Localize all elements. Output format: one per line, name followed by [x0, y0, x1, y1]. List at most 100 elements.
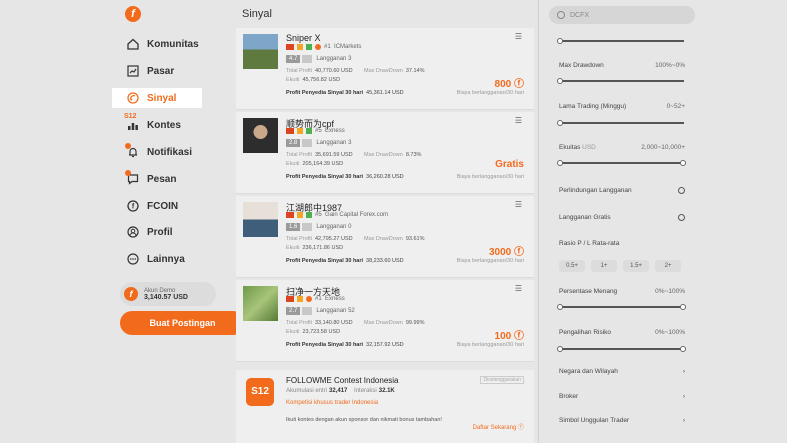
flag-icon — [286, 296, 294, 302]
sidebar-item-fcoin[interactable]: f FCOIN — [112, 196, 202, 216]
bell-icon — [125, 142, 139, 159]
pl-chip[interactable]: 1.5+ — [623, 260, 649, 272]
search-text: DCFX — [570, 11, 590, 19]
subscriber-count: 52 — [348, 308, 355, 314]
subscription-price: 100 ⓕ — [494, 331, 524, 342]
sidebar-item-profil[interactable]: Profil — [112, 222, 202, 242]
provider-profit: Profit Penyedia Sinyal 30 hari 32,157.92 … — [286, 342, 404, 348]
pl-chip[interactable]: 0.5+ — [559, 260, 585, 272]
subscriber-count: 3 — [348, 56, 352, 62]
create-post-button[interactable]: Buat Postingan — [120, 311, 245, 335]
sidebar-item-label: Komunitas — [147, 38, 199, 50]
demo-account-balance: 3,140.57 USD — [144, 293, 188, 301]
shield-icon — [306, 44, 312, 50]
country-filter[interactable]: Negara dan Wilayah › — [559, 368, 685, 375]
contest-card[interactable]: S12 FOLLOWME Contest Indonesia Diselengg… — [236, 370, 534, 443]
sidebar-item-label: Pesan — [147, 173, 177, 185]
sidebar-item-komunitas[interactable]: Komunitas — [112, 34, 202, 54]
price-caption: Biaya berlangganan/30 hari — [456, 90, 524, 96]
demo-account-card[interactable]: f Akun Demo 3,140.57 USD — [120, 282, 216, 306]
sidebar-item-label: Sinyal — [147, 92, 177, 104]
sidebar-item-label: Profil — [147, 226, 173, 238]
pl-ratio-options: 0.5+ 1+ 1.5+ 2+ — [559, 260, 687, 272]
top-slider[interactable] — [557, 38, 684, 44]
shield-icon — [306, 128, 312, 134]
message-icon — [125, 169, 139, 186]
price-caption: Biaya berlangganan/30 hari — [456, 174, 524, 180]
signal-card[interactable]: Sniper X ☰ #1 ICMarkets 4.7 Langganan 3 … — [236, 28, 534, 110]
signal-avatar — [243, 202, 278, 237]
home-icon — [126, 38, 139, 51]
demo-avatar: f — [124, 287, 138, 301]
risk-slider[interactable] — [557, 346, 686, 352]
sidebar-item-kontes[interactable]: S12 Kontes — [112, 113, 202, 135]
signal-broker: Exness — [325, 128, 345, 134]
sidebar-item-label: Notifikasi — [147, 146, 193, 158]
signal-icon — [126, 92, 139, 105]
pl-chip[interactable]: 2+ — [655, 260, 681, 272]
price-caption: Biaya berlangganan/30 hari — [456, 342, 524, 348]
signal-rank: #1 — [315, 296, 322, 302]
flag-icon — [286, 212, 294, 218]
signal-name: Sniper X — [286, 33, 321, 43]
search-input[interactable]: DCFX — [549, 6, 695, 24]
contest-subtitle: Kompetisi khusus trader Indonesia — [286, 400, 379, 406]
signal-card[interactable]: 顺势而为cpf ☰ #5 Exness 2.8 Langganan 3 Tota… — [236, 112, 534, 194]
contest-title: FOLLOWME Contest Indonesia — [286, 376, 399, 385]
chevron-right-icon: › — [682, 368, 685, 375]
app-logo[interactable]: f — [125, 6, 141, 22]
contest-logo: S12 — [246, 378, 274, 406]
sidebar-item-lainnya[interactable]: Lainnya — [112, 249, 202, 269]
svg-text:f: f — [131, 204, 134, 211]
subscription-price: Gratis — [495, 159, 524, 170]
symbol-filter[interactable]: Simbol Unggulan Trader › — [559, 417, 685, 424]
chevron-right-icon: › — [682, 393, 685, 400]
sidebar-item-label: Kontes — [147, 119, 181, 131]
signal-broker: Gain Capital Forex.com — [325, 212, 389, 218]
win-rate-slider[interactable] — [557, 304, 686, 310]
pl-chip[interactable]: 1+ — [591, 260, 617, 272]
register-button[interactable]: Daftar Sekarang ⓕ — [473, 422, 524, 431]
signal-broker: ICMarkets — [334, 44, 362, 50]
provider-profit: Profit Penyedia Sinyal 30 hari 36,260.28 … — [286, 174, 404, 180]
filter-menu-icon[interactable]: ☰ — [515, 284, 522, 293]
max-drawdown-slider[interactable] — [557, 78, 684, 84]
equity-slider[interactable] — [557, 160, 686, 166]
trading-duration-slider[interactable] — [557, 120, 684, 126]
verified-icon — [297, 128, 303, 134]
shield-icon — [306, 212, 312, 218]
sidebar-item-sinyal[interactable]: Sinyal — [112, 88, 202, 108]
signal-avatar — [243, 34, 278, 69]
free-subscription-toggle[interactable]: Langganan Gratis — [559, 214, 685, 221]
signals-list: Sinyal Sniper X ☰ #1 ICMarkets 4.7 Langg… — [232, 0, 536, 443]
fire-icon — [315, 44, 321, 50]
sidebar-item-pasar[interactable]: Pasar — [112, 61, 202, 81]
divider — [538, 0, 539, 443]
flag-icon — [286, 128, 294, 134]
user-icon — [126, 226, 139, 239]
signal-rating: 2.8 — [286, 139, 301, 147]
sidebar-item-pesan[interactable]: Pesan — [112, 169, 202, 189]
contest-badge: S12 — [124, 112, 137, 120]
signal-rating: 2.7 — [286, 307, 301, 315]
more-icon — [126, 253, 139, 266]
coin-icon: f — [126, 200, 139, 213]
trophy-icon: S12 — [124, 113, 139, 132]
broker-filter[interactable]: Broker › — [559, 393, 685, 400]
signal-card[interactable]: 江湖郎中1987 ☰ #5 Gain Capital Forex.com 1.6… — [236, 196, 534, 278]
radio-icon — [678, 214, 685, 221]
chart-icon — [126, 65, 139, 78]
verified-icon — [297, 296, 303, 302]
filter-menu-icon[interactable]: ☰ — [515, 200, 522, 209]
signal-card[interactable]: 扫净一方天地 ☰ #1 Exness 2.7 Langganan 52 Tota… — [236, 280, 534, 362]
filter-menu-icon[interactable]: ☰ — [515, 116, 522, 125]
signal-rank: #5 — [315, 212, 322, 218]
subscription-protection-toggle[interactable]: Perlindungan Langganan — [559, 187, 685, 194]
page-title: Sinyal — [242, 8, 272, 20]
filter-menu-icon[interactable]: ☰ — [515, 32, 522, 41]
verified-icon — [297, 44, 303, 50]
signal-avatar — [243, 118, 278, 153]
signal-avatar — [243, 286, 278, 321]
sidebar-item-notifikasi[interactable]: Notifikasi — [112, 142, 202, 162]
contest-status-badge: Diselenggarakan — [480, 376, 524, 384]
